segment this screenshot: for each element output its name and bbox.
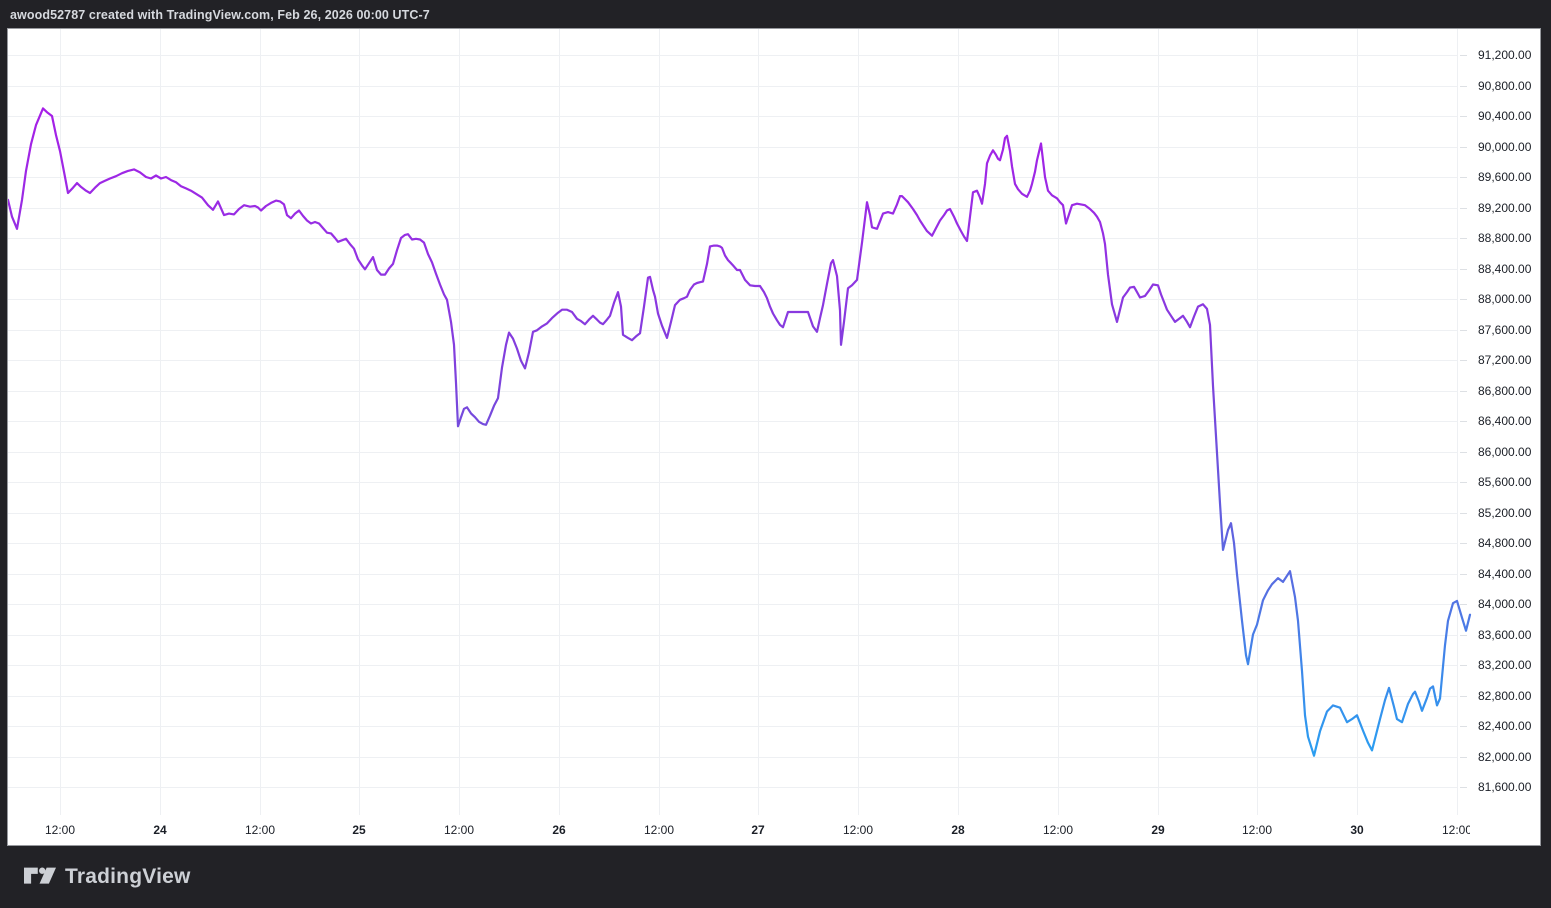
- price-axis-label: 83,600.00: [1478, 627, 1538, 643]
- tradingview-snapshot: { "header": { "attribution": "awood52787…: [0, 0, 1551, 908]
- price-axis-label: 86,800.00: [1478, 383, 1538, 399]
- time-axis-label: 12:00: [627, 818, 691, 842]
- price-axis[interactable]: 91,200.00 90,800.00 90,400.00 90,000.00 89,6…: [1470, 29, 1540, 845]
- time-axis-label: 12:00: [1425, 818, 1470, 842]
- price-axis-label: 87,200.00: [1478, 352, 1538, 368]
- bottom-brand-bar: TradingView: [0, 845, 1551, 908]
- chart-panel: 91,200.00 90,800.00 90,400.00 90,000.00 89,6…: [8, 29, 1540, 845]
- price-axis-label: 82,000.00: [1478, 749, 1538, 765]
- price-axis-label: 86,400.00: [1478, 413, 1538, 429]
- price-axis-label: 81,600.00: [1478, 779, 1538, 795]
- price-chart[interactable]: [8, 29, 1540, 845]
- time-axis-label: 30: [1325, 818, 1389, 842]
- time-axis-label: 27: [726, 818, 790, 842]
- time-axis-label: 12:00: [28, 818, 92, 842]
- price-axis-label: 84,400.00: [1478, 566, 1538, 582]
- time-axis-label: 12:00: [427, 818, 491, 842]
- price-axis-label: 85,600.00: [1478, 474, 1538, 490]
- price-axis-label: 89,200.00: [1478, 200, 1538, 216]
- price-axis-label: 88,800.00: [1478, 230, 1538, 246]
- price-axis-label: 86,000.00: [1478, 444, 1538, 460]
- time-axis[interactable]: 12:00 24 12:00 25 12:00 26 12:00 27 12:00 28 12:00…: [8, 815, 1470, 845]
- price-axis-label: 84,800.00: [1478, 535, 1538, 551]
- time-axis-label: 28: [926, 818, 990, 842]
- price-axis-label: 90,800.00: [1478, 78, 1538, 94]
- tradingview-wordmark: TradingView: [65, 865, 191, 889]
- time-axis-label: 24: [128, 818, 192, 842]
- time-axis-label: 12:00: [826, 818, 890, 842]
- price-axis-label: 90,400.00: [1478, 108, 1538, 124]
- attribution-text: awood52787 created with TradingView.com,…: [10, 8, 430, 22]
- time-axis-label: 12:00: [1026, 818, 1090, 842]
- price-axis-label: 82,400.00: [1478, 718, 1538, 734]
- price-axis-label: 85,200.00: [1478, 505, 1538, 521]
- price-axis-label: 87,600.00: [1478, 322, 1538, 338]
- time-axis-label: 29: [1126, 818, 1190, 842]
- price-axis-label: 89,600.00: [1478, 169, 1538, 185]
- price-axis-label: 84,000.00: [1478, 596, 1538, 612]
- price-axis-label: 91,200.00: [1478, 47, 1538, 63]
- time-axis-label: 26: [527, 818, 591, 842]
- top-attribution-bar: awood52787 created with TradingView.com,…: [0, 0, 1551, 29]
- price-axis-label: 88,000.00: [1478, 291, 1538, 307]
- price-axis-label: 82,800.00: [1478, 688, 1538, 704]
- price-line-series: [8, 108, 1470, 755]
- tradingview-logo-icon: [24, 867, 56, 886]
- time-axis-label: 12:00: [1225, 818, 1289, 842]
- tradingview-brand-link[interactable]: TradingView: [24, 865, 191, 889]
- price-axis-label: 88,400.00: [1478, 261, 1538, 277]
- price-axis-label: 90,000.00: [1478, 139, 1538, 155]
- grid: [8, 29, 1458, 815]
- price-axis-ticks: [1460, 56, 1467, 788]
- price-axis-label: 83,200.00: [1478, 657, 1538, 673]
- time-axis-label: 25: [327, 818, 391, 842]
- time-axis-label: 12:00: [228, 818, 292, 842]
